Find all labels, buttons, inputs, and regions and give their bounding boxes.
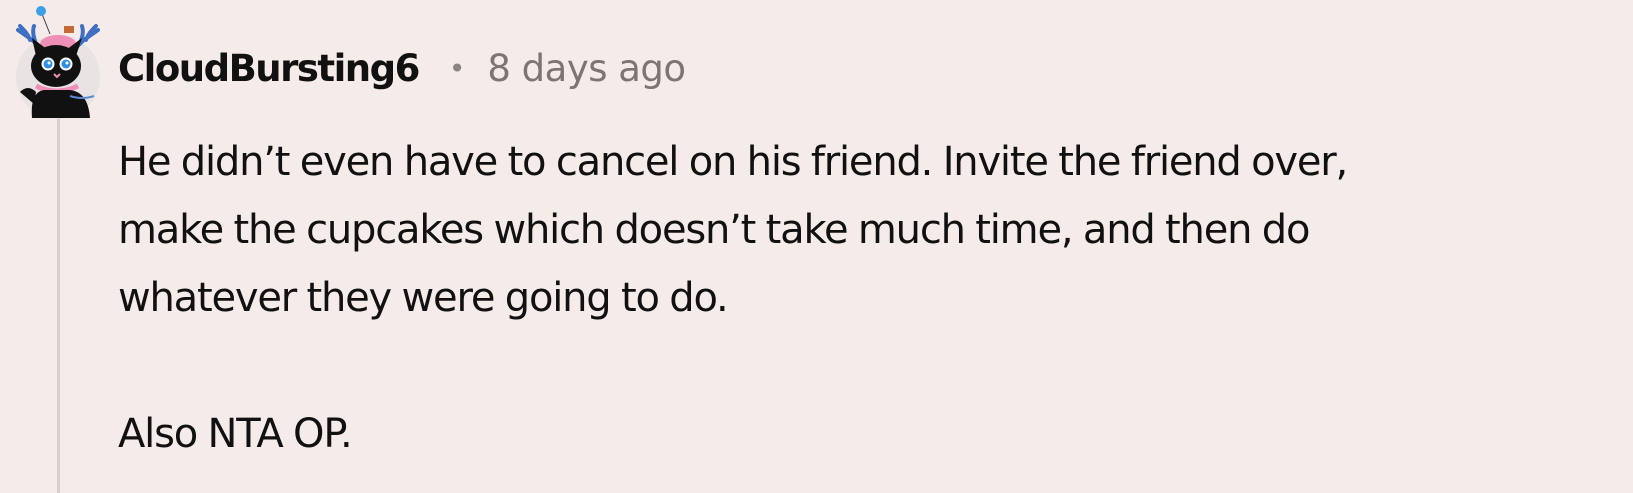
thread-line[interactable] (57, 118, 60, 493)
comment-body-paragraph: Also NTA OP. (118, 411, 353, 457)
meta-separator: • (448, 51, 466, 85)
comment-timestamp[interactable]: 8 days ago (487, 47, 686, 90)
comment-author[interactable]: CloudBursting6 (118, 47, 420, 90)
comment-body-line: make the cupcakes which doesn’t take muc… (118, 207, 1310, 253)
avatar-black-cat-with-antlers-icon (16, 6, 100, 119)
comment-header: CloudBursting6 • 8 days ago (118, 40, 686, 96)
comment-body: He didn’t even have to cancel on his fri… (118, 128, 1623, 468)
avatar[interactable] (10, 0, 110, 120)
comment-body-line: He didn’t even have to cancel on his fri… (118, 139, 1348, 185)
comment-body-line: whatever they were going to do. (118, 275, 729, 321)
